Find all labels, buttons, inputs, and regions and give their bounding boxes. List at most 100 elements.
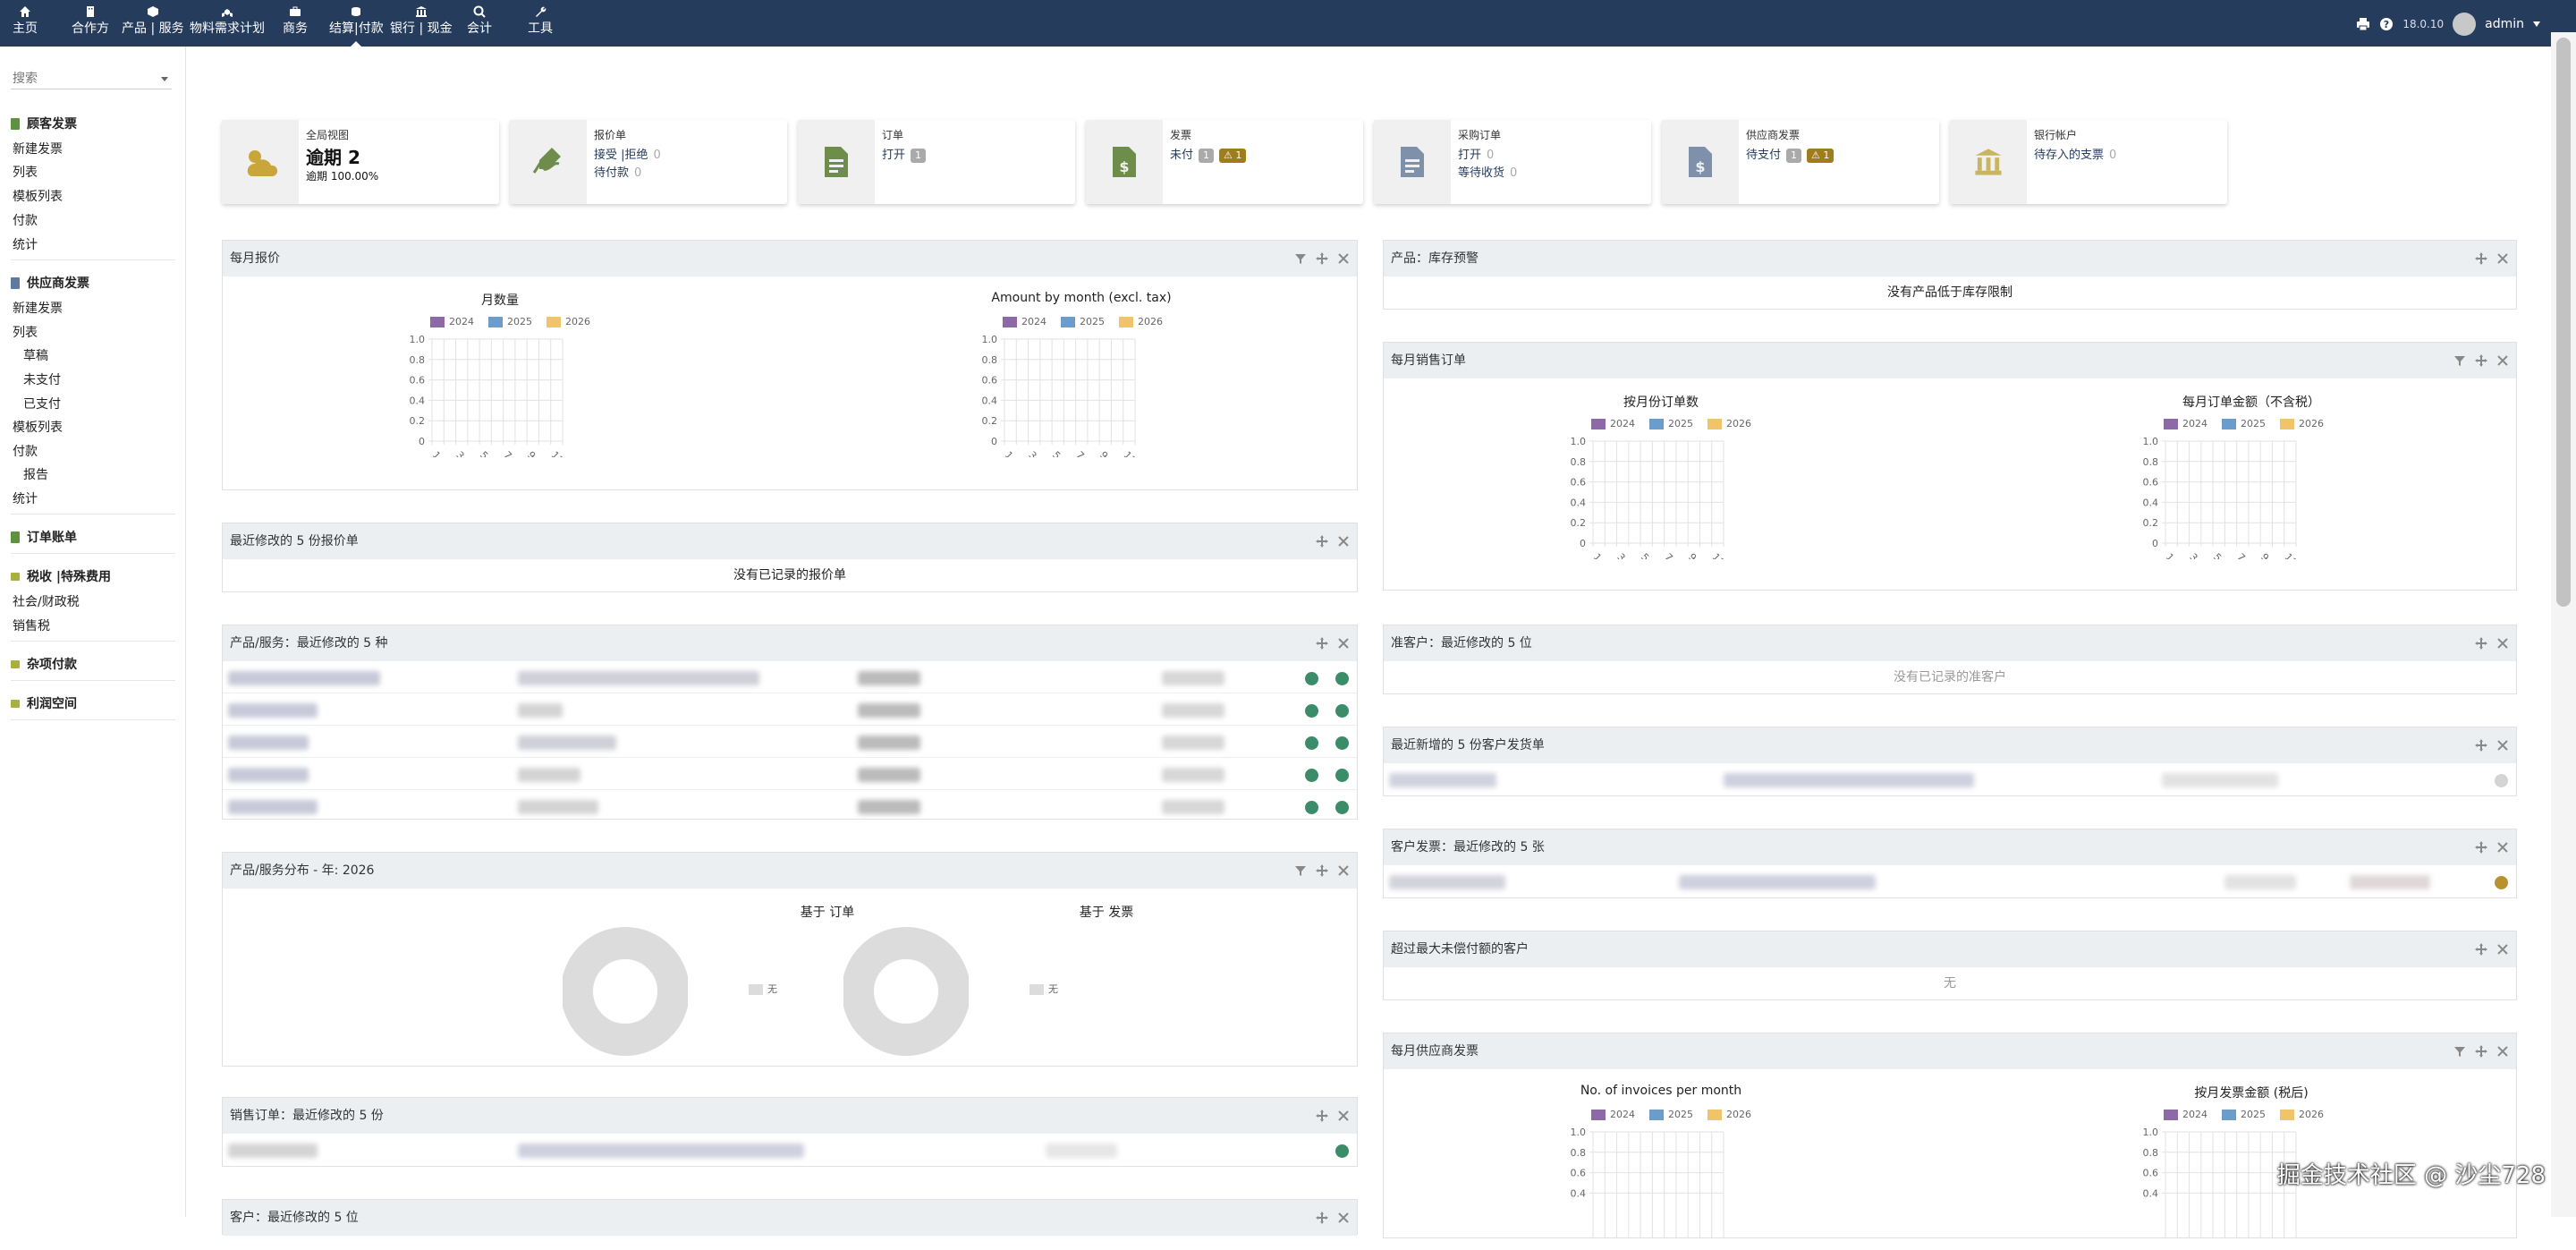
close-icon[interactable]: [2496, 354, 2509, 367]
box-proposals[interactable]: 报价单 接受 |拒绝0 待付款0: [510, 120, 787, 204]
table-row[interactable]: [223, 790, 1357, 822]
user-name[interactable]: admin: [2485, 17, 2524, 31]
table-row[interactable]: [223, 661, 1357, 693]
search-input[interactable]: [11, 68, 172, 89]
box-invoices[interactable]: $ 发票 未付1⚠ 1: [1086, 120, 1363, 204]
box-line[interactable]: 打开1: [882, 145, 926, 163]
move-icon[interactable]: [2475, 252, 2487, 265]
filter-icon[interactable]: [2453, 354, 2466, 367]
close-icon[interactable]: [1337, 535, 1350, 548]
sidebar-item-reports[interactable]: 报告: [23, 465, 48, 483]
close-icon[interactable]: [2496, 637, 2509, 650]
help-icon[interactable]: ?: [2379, 17, 2394, 31]
sidebar-item-statistics[interactable]: 统计: [13, 235, 38, 253]
close-icon[interactable]: [1337, 252, 1350, 265]
nav-tools[interactable]: 工具: [528, 5, 553, 36]
sidebar-item-new-invoice[interactable]: 新建发票: [13, 140, 63, 157]
chevron-down-icon[interactable]: [2533, 21, 2540, 27]
sidebar-section-misc-payments[interactable]: 杂项付款: [11, 655, 77, 673]
nav-home[interactable]: 主页: [13, 5, 38, 36]
nav-mrp[interactable]: 物料需求计划: [190, 5, 265, 36]
close-icon[interactable]: [2496, 739, 2509, 752]
table-row[interactable]: [223, 726, 1357, 758]
table-row[interactable]: [1384, 763, 2516, 795]
nav-billing[interactable]: 结算|付款: [329, 5, 384, 36]
close-icon[interactable]: [1337, 1212, 1350, 1224]
box-line[interactable]: 打开0: [1458, 145, 1494, 162]
close-icon[interactable]: [1337, 864, 1350, 877]
box-line[interactable]: 接受 |拒绝0: [594, 145, 661, 162]
table-row[interactable]: [1384, 865, 2516, 897]
scrollbar-thumb[interactable]: [2556, 38, 2571, 607]
overdue-count[interactable]: 逾期 2: [306, 143, 360, 169]
chevron-down-icon[interactable]: [161, 77, 168, 81]
close-icon[interactable]: [1337, 637, 1350, 650]
close-icon[interactable]: [2496, 252, 2509, 265]
sidebar-item-new-invoice[interactable]: 新建发票: [13, 299, 63, 317]
blurred-cell: [228, 671, 380, 685]
box-supplier-invoices[interactable]: $ 供应商发票 待支付1⚠ 1: [1662, 120, 1939, 204]
close-icon[interactable]: [2496, 841, 2509, 854]
move-icon[interactable]: [2475, 1045, 2487, 1058]
box-icon-area: [510, 120, 587, 204]
count-badge: 1: [911, 149, 926, 163]
nav-accounting[interactable]: 会计: [467, 5, 492, 36]
sidebar-item-template-list[interactable]: 模板列表: [13, 418, 63, 436]
nav-partners[interactable]: 合作方: [72, 5, 109, 36]
filter-icon[interactable]: [1294, 864, 1307, 877]
empty-message: 没有已记录的报价单: [223, 559, 1357, 591]
table-row[interactable]: [223, 693, 1357, 726]
sidebar-item-social-taxes[interactable]: 社会/财政税: [13, 592, 80, 610]
sidebar-item-paid[interactable]: 已支付: [23, 395, 61, 412]
box-orders[interactable]: 订单 打开1: [798, 120, 1075, 204]
close-icon[interactable]: [2496, 943, 2509, 956]
sidebar-section-orders-billing[interactable]: 订单账单: [11, 528, 77, 546]
sidebar-item-sales-tax[interactable]: 销售税: [13, 616, 50, 634]
sidebar-item-payments[interactable]: 付款: [13, 211, 38, 229]
sidebar-section-margins[interactable]: 利润空间: [11, 694, 77, 712]
table-row[interactable]: [223, 1134, 1357, 1166]
box-line[interactable]: 待付款0: [594, 163, 641, 180]
sidebar-item-drafts[interactable]: 草稿: [23, 346, 48, 364]
printer-icon[interactable]: [2356, 17, 2370, 31]
box-line[interactable]: 待存入的支票0: [2034, 145, 2116, 162]
empty-message: 无: [1384, 967, 2516, 999]
sidebar-item-list[interactable]: 列表: [13, 163, 38, 181]
sidebar-item-list[interactable]: 列表: [13, 323, 38, 341]
close-icon[interactable]: [2496, 1045, 2509, 1058]
move-icon[interactable]: [2475, 841, 2487, 854]
filter-icon[interactable]: [2453, 1045, 2466, 1058]
move-icon[interactable]: [1316, 1110, 1328, 1122]
sidebar-section-supplier-invoices[interactable]: 供应商发票: [11, 274, 89, 292]
scrollbar[interactable]: [2551, 32, 2576, 1217]
sidebar-section-taxes[interactable]: 税收 |特殊费用: [11, 567, 111, 585]
sidebar-item-statistics[interactable]: 统计: [13, 489, 38, 507]
box-icon-area: $: [1662, 120, 1739, 204]
sidebar-item-payments[interactable]: 付款: [13, 442, 38, 460]
avatar[interactable]: [2453, 13, 2476, 36]
nav-bank[interactable]: 银行 | 现金: [390, 5, 453, 36]
sidebar-section-customer-invoices[interactable]: 顾客发票: [11, 115, 77, 132]
box-line[interactable]: 未付1⚠ 1: [1170, 145, 1246, 163]
move-icon[interactable]: [2475, 943, 2487, 956]
sidebar-item-unpaid[interactable]: 未支付: [23, 370, 61, 388]
move-icon[interactable]: [1316, 637, 1328, 650]
filter-icon[interactable]: [1294, 252, 1307, 265]
close-icon[interactable]: [1337, 1110, 1350, 1122]
move-icon[interactable]: [2475, 637, 2487, 650]
box-purchase-orders[interactable]: 采购订单 打开0 等待收货0: [1374, 120, 1651, 204]
move-icon[interactable]: [1316, 1212, 1328, 1224]
move-icon[interactable]: [1316, 864, 1328, 877]
box-line[interactable]: 等待收货0: [1458, 163, 1517, 180]
table-row[interactable]: [223, 758, 1357, 790]
box-bank-accounts[interactable]: 银行帐户 待存入的支票0: [1950, 120, 2227, 204]
move-icon[interactable]: [1316, 252, 1328, 265]
nav-products[interactable]: 产品 | 服务: [122, 5, 184, 36]
nav-commercial[interactable]: 商务: [283, 5, 308, 36]
move-icon[interactable]: [2475, 739, 2487, 752]
move-icon[interactable]: [1316, 535, 1328, 548]
box-global-view[interactable]: 全局视图 逾期 2 逾期 100.00%: [222, 120, 499, 204]
box-line[interactable]: 待支付1⚠ 1: [1746, 145, 1834, 163]
sidebar-item-template-list[interactable]: 模板列表: [13, 187, 63, 205]
move-icon[interactable]: [2475, 354, 2487, 367]
